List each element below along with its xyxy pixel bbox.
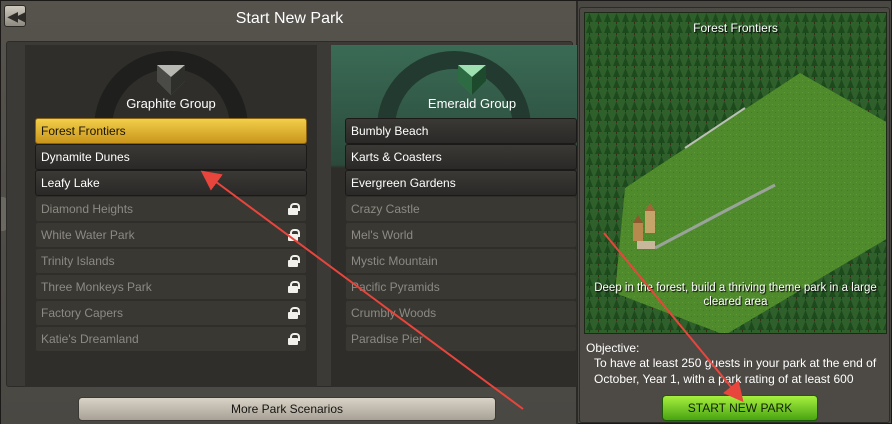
scenario-item[interactable]: Crazy Castle (345, 196, 577, 222)
scenario-item[interactable]: Evergreen Gardens (345, 170, 577, 196)
back-button[interactable]: ◀◀ (4, 5, 26, 27)
lock-icon (288, 203, 300, 215)
scenario-label: Factory Capers (41, 306, 124, 320)
scenario-item[interactable]: Katie's Dreamland (35, 326, 307, 352)
start-new-park-button[interactable]: START NEW PARK (662, 395, 818, 421)
scenario-label: Pacific Pyramids (351, 280, 440, 294)
scenario-item[interactable]: Mel's World (345, 222, 577, 248)
scenario-label: Crumbly Woods (351, 306, 437, 320)
graphite-group-column: Graphite Group Forest Frontiers Dynamite … (25, 45, 317, 387)
scenario-label: Mystic Mountain (351, 254, 438, 268)
preview-title: Forest Frontiers (693, 21, 778, 35)
scenario-item[interactable]: Karts & Coasters (345, 144, 577, 170)
scenario-label: Diamond Heights (41, 202, 134, 216)
more-park-scenarios-button[interactable]: More Park Scenarios (78, 397, 496, 421)
scenario-label: Trinity Islands (41, 254, 115, 268)
group-name-emerald: Emerald Group (427, 96, 517, 111)
scenario-preview-image: Forest Frontiers Deep in the forest, bui… (584, 12, 887, 334)
scenario-item[interactable]: Trinity Islands (35, 248, 307, 274)
scenario-label: Leafy Lake (41, 176, 100, 190)
scenario-item[interactable]: Paradise Pier (345, 326, 577, 352)
window-title: Start New Park (235, 10, 344, 27)
graphite-scenario-list: Forest Frontiers Dynamite Dunes Leafy Lake… (35, 118, 307, 352)
scenario-item[interactable]: White Water Park (35, 222, 307, 248)
graphite-badge-icon (157, 65, 185, 95)
emerald-badge-icon (458, 65, 486, 95)
scenario-item[interactable]: Pacific Pyramids (345, 274, 577, 300)
emerald-group-column: Emerald Group Bumbly Beach Karts & Coaste… (331, 45, 577, 387)
group-name-graphite: Graphite Group (126, 96, 216, 111)
scenario-details-panel: Forest Frontiers Deep in the forest, bui… (579, 7, 890, 423)
scenario-label: White Water Park (41, 228, 135, 242)
objective-label: Objective: (586, 341, 640, 355)
scenario-description: Deep in the forest, build a thriving the… (594, 282, 877, 308)
lock-icon (288, 333, 300, 345)
scenario-item[interactable]: Diamond Heights (35, 196, 307, 222)
lock-icon (288, 255, 300, 267)
scenario-label: Forest Frontiers (41, 124, 126, 138)
scenario-item[interactable]: Three Monkeys Park (35, 274, 307, 300)
scenario-item[interactable]: Mystic Mountain (345, 248, 577, 274)
scenario-item[interactable]: Leafy Lake (35, 170, 307, 196)
scenario-label: Bumbly Beach (351, 124, 429, 138)
lock-icon (288, 307, 300, 319)
scenario-item[interactable]: Bumbly Beach (345, 118, 577, 144)
objective-text: To have at least 250 guests in your park… (594, 356, 877, 386)
scenario-item[interactable]: Dynamite Dunes (35, 144, 307, 170)
scenario-label: Paradise Pier (351, 332, 424, 346)
scenario-label: Crazy Castle (351, 202, 420, 216)
scenario-label: Katie's Dreamland (41, 332, 139, 346)
scenario-label: Dynamite Dunes (41, 150, 130, 164)
lock-icon (288, 229, 300, 241)
scenario-label: Karts & Coasters (351, 150, 442, 164)
emerald-scenario-list: Bumbly Beach Karts & Coasters Evergreen Ga… (345, 118, 577, 352)
start-new-park-window: Start New Park ◀◀ Graphite Group Forest … (0, 0, 892, 424)
scenario-panel: Start New Park ◀◀ Graphite Group Forest … (1, 1, 578, 424)
scenario-label: Mel's World (351, 228, 414, 242)
double-chevron-left-icon: ◀◀ (7, 7, 25, 24)
lock-icon (288, 281, 300, 293)
scenario-label: Evergreen Gardens (351, 176, 456, 190)
scenario-item[interactable]: Forest Frontiers (35, 118, 307, 144)
scenario-label: Three Monkeys Park (41, 280, 152, 294)
scenario-item[interactable]: Crumbly Woods (345, 300, 577, 326)
scenario-item[interactable]: Factory Capers (35, 300, 307, 326)
